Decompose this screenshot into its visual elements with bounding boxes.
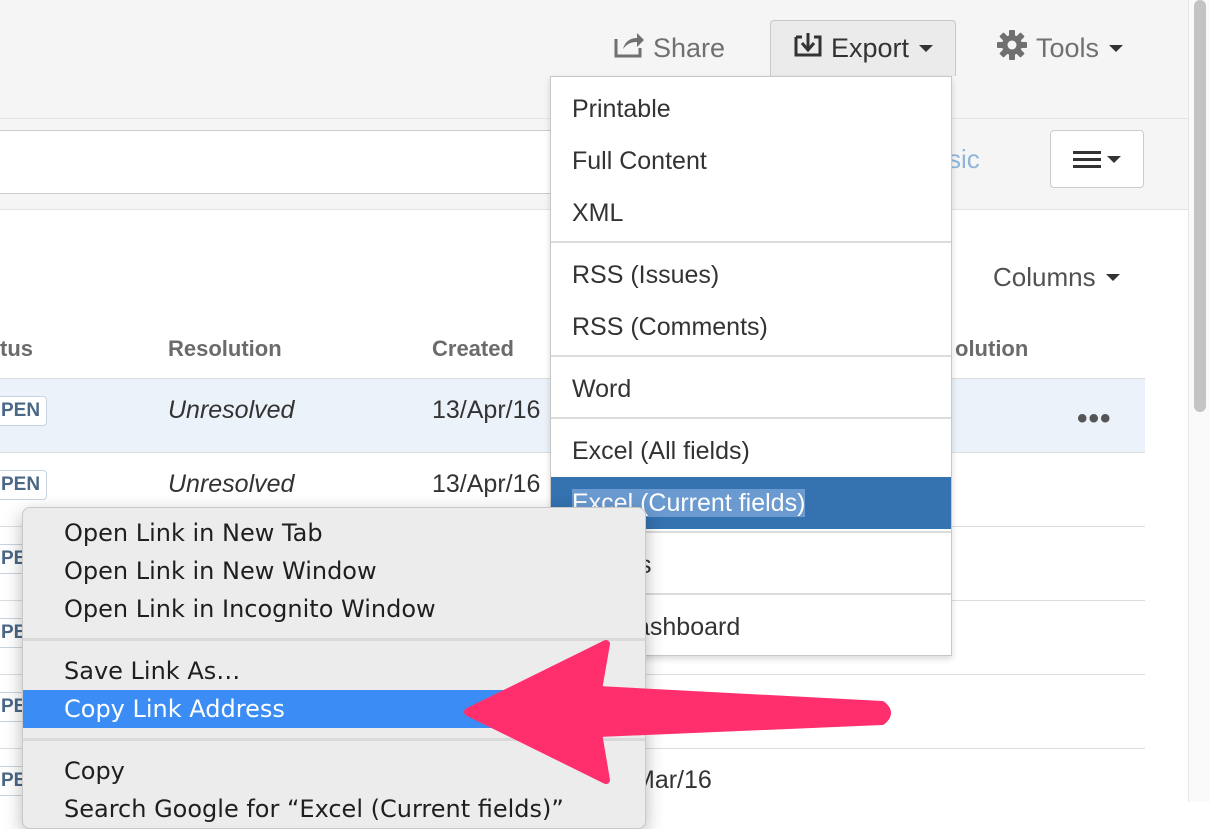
export-xml[interactable]: XML [551,187,951,239]
resolution-cell: Unresolved [168,470,295,498]
ctx-save-link-as[interactable]: Save Link As… [23,652,645,690]
chevron-down-icon [1107,155,1121,163]
export-excel-all[interactable]: Excel (All fields) [551,425,951,477]
menu-divider [551,355,951,357]
created-cell: /16 [666,690,701,718]
column-header-resolved[interactable]: olution [955,336,1028,362]
created-cell: 13/Apr/16 [432,396,541,424]
export-rss-issues[interactable]: RSS (Issues) [551,249,951,301]
share-icon [613,31,645,66]
resolution-cell: Unresolved [168,396,295,424]
ctx-copy-link-address[interactable]: Copy Link Address [23,690,645,728]
menu-divider [551,417,951,419]
share-label: Share [653,32,726,63]
created-cell: 13/Apr/16 [432,470,541,498]
ctx-open-new-tab[interactable]: Open Link in New Tab [23,514,645,552]
tools-button[interactable]: Tools [996,20,1124,76]
chevron-down-icon [1109,44,1124,52]
chevron-down-icon [1105,274,1120,281]
status-badge: PEN [0,396,48,426]
column-header-resolution[interactable]: Resolution [168,336,282,362]
tools-label: Tools [1036,32,1100,63]
search-input[interactable] [0,130,598,194]
column-header-status[interactable]: tus [0,336,33,362]
row-actions-icon[interactable]: ••• [1077,402,1112,436]
export-printable[interactable]: Printable [551,83,951,135]
column-header-created[interactable]: Created [432,336,514,362]
export-label: Export [830,33,910,63]
ctx-copy[interactable]: Copy [23,752,645,790]
share-button[interactable]: Share [613,20,725,76]
layout-menu-button[interactable] [1050,130,1144,188]
basic-search-link[interactable]: sic [948,144,980,175]
menu-divider [23,738,645,741]
menu-divider [551,241,951,243]
scrollbar-thumb[interactable] [1194,0,1206,412]
hamburger-icon [1073,147,1101,172]
export-icon [793,31,823,66]
menu-divider [23,638,645,641]
status-badge: PEN [0,470,48,500]
gear-icon [996,29,1028,68]
chevron-down-icon [919,45,934,52]
ctx-open-new-window[interactable]: Open Link in New Window [23,552,645,590]
export-word[interactable]: Word [551,363,951,415]
browser-context-menu: Open Link in New Tab Open Link in New Wi… [22,507,646,829]
ctx-open-incognito[interactable]: Open Link in Incognito Window [23,590,645,628]
export-rss-comments[interactable]: RSS (Comments) [551,301,951,353]
columns-button[interactable]: Columns [993,262,1120,293]
export-full-content[interactable]: Full Content [551,135,951,187]
columns-label: Columns [993,262,1096,292]
ctx-search-google[interactable]: Search Google for “Excel (Current fields… [23,790,645,828]
export-button[interactable]: Export [770,20,956,76]
